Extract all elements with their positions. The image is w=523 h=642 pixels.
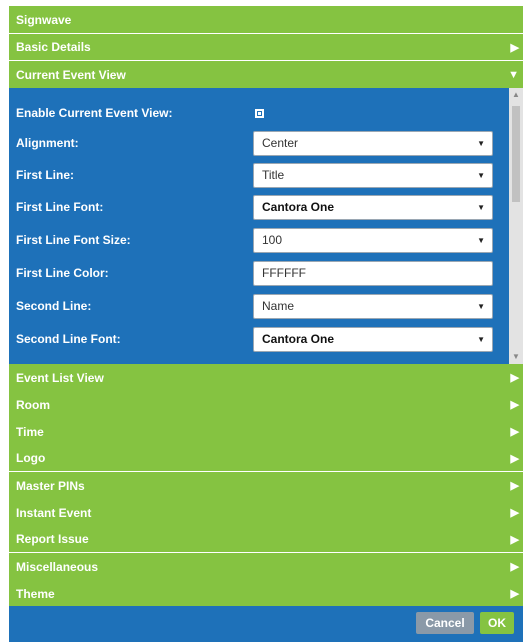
first-line-color-input[interactable]: FFFFFF (253, 260, 493, 286)
section-label: Report Issue (16, 532, 89, 546)
section-room[interactable]: Room ▶ (9, 391, 523, 418)
alignment-select[interactable]: Center ▼ (253, 130, 493, 156)
panel-scrollbar[interactable]: ▲ ▼ (509, 88, 523, 364)
section-miscellaneous[interactable]: Miscellaneous ▶ (9, 553, 523, 580)
expand-arrow-icon: ▶ (510, 399, 519, 411)
first-line-font-select[interactable]: Cantora One ▼ (253, 194, 493, 220)
caret-down-icon: ▼ (477, 202, 485, 212)
section-label: Theme (16, 586, 55, 601)
first-line-font-value: Cantora One (262, 200, 335, 214)
expand-arrow-icon: ▶ (510, 480, 519, 492)
first-line-label: First Line: (16, 168, 75, 182)
alignment-value: Center (262, 136, 299, 150)
caret-down-icon: ▼ (477, 334, 485, 344)
section-basic-details[interactable]: Basic Details ▶ (9, 34, 523, 61)
section-label: Event List View (16, 370, 104, 385)
expand-arrow-icon: ▶ (510, 426, 519, 438)
section-theme[interactable]: Theme ▶ (9, 580, 523, 607)
alignment-label: Alignment: (16, 136, 79, 150)
second-line-font-label: Second Line Font: (16, 332, 121, 346)
second-line-font-select[interactable]: Cantora One ▼ (253, 326, 493, 352)
second-line-value: Name (262, 299, 295, 313)
caret-down-icon: ▼ (477, 301, 485, 311)
cancel-button[interactable]: Cancel (416, 612, 474, 634)
section-time[interactable]: Time ▶ (9, 418, 523, 445)
first-line-font-size-row: First Line Font Size: 100 ▼ (9, 225, 509, 255)
caret-down-icon: ▼ (477, 138, 485, 148)
section-label: Room (16, 397, 50, 412)
section-instant-event[interactable]: Instant Event ▶ (9, 499, 523, 526)
second-line-font-value: Cantora One (262, 332, 335, 346)
first-line-color-label: First Line Color: (16, 266, 109, 280)
first-line-font-size-select[interactable]: 100 ▼ (253, 227, 493, 253)
first-line-font-size-label: First Line Font Size: (16, 233, 131, 247)
first-line-font-size-value: 100 (262, 233, 283, 247)
expand-arrow-icon: ▶ (510, 588, 519, 600)
first-line-color-row: First Line Color: FFFFFF (9, 258, 509, 288)
section-label: Time (16, 424, 44, 439)
first-line-font-label: First Line Font: (16, 200, 104, 214)
caret-down-icon: ▼ (477, 235, 485, 245)
section-master-pins[interactable]: Master PINs ▶ (9, 472, 523, 499)
enable-row: Enable Current Event View: (9, 98, 509, 128)
first-line-font-row: First Line Font: Cantora One ▼ (9, 192, 509, 222)
first-line-select[interactable]: Title ▼ (253, 162, 493, 188)
caret-down-icon: ▼ (477, 170, 485, 180)
ok-button[interactable]: OK (480, 612, 514, 634)
section-logo[interactable]: Logo ▶ (9, 445, 523, 472)
settings-dialog: Signwave Basic Details ▶ Current Event V… (9, 6, 523, 642)
second-line-select[interactable]: Name ▼ (253, 293, 493, 319)
expand-arrow-icon: ▶ (510, 507, 519, 519)
scroll-down-icon[interactable]: ▼ (509, 350, 523, 364)
section-current-event-view[interactable]: Current Event View ▼ (9, 61, 523, 88)
collapse-arrow-icon: ▼ (508, 68, 519, 81)
expand-arrow-icon: ▶ (510, 372, 519, 384)
first-line-row: First Line: Title ▼ (9, 160, 509, 190)
second-line-row: Second Line: Name ▼ (9, 291, 509, 321)
expand-arrow-icon: ▶ (510, 41, 519, 54)
second-line-label: Second Line: (16, 299, 92, 313)
first-line-value: Title (262, 168, 285, 182)
section-report-issue[interactable]: Report Issue ▶ (9, 526, 523, 553)
first-line-color-value: FFFFFF (262, 266, 306, 280)
enable-label: Enable Current Event View: (16, 106, 173, 120)
scroll-up-icon[interactable]: ▲ (509, 88, 523, 102)
dialog-footer: Cancel OK (9, 606, 523, 642)
expand-arrow-icon: ▶ (510, 533, 519, 546)
scroll-thumb[interactable] (512, 106, 520, 202)
section-label: Instant Event (16, 505, 92, 520)
section-label: Basic Details (16, 40, 91, 54)
current-event-view-panel: Enable Current Event View: Alignment: Ce… (9, 88, 523, 364)
section-event-list-view[interactable]: Event List View ▶ (9, 364, 523, 391)
second-line-font-row: Second Line Font: Cantora One ▼ (9, 324, 509, 354)
section-label: Miscellaneous (16, 559, 99, 574)
enable-checkbox[interactable] (255, 108, 264, 118)
alignment-row: Alignment: Center ▼ (9, 128, 509, 158)
dialog-title: Signwave (9, 6, 523, 34)
section-label: Logo (16, 451, 46, 465)
expand-arrow-icon: ▶ (510, 452, 519, 465)
section-label: Master PINs (16, 478, 85, 493)
expand-arrow-icon: ▶ (510, 561, 519, 573)
section-label: Current Event View (16, 67, 126, 82)
